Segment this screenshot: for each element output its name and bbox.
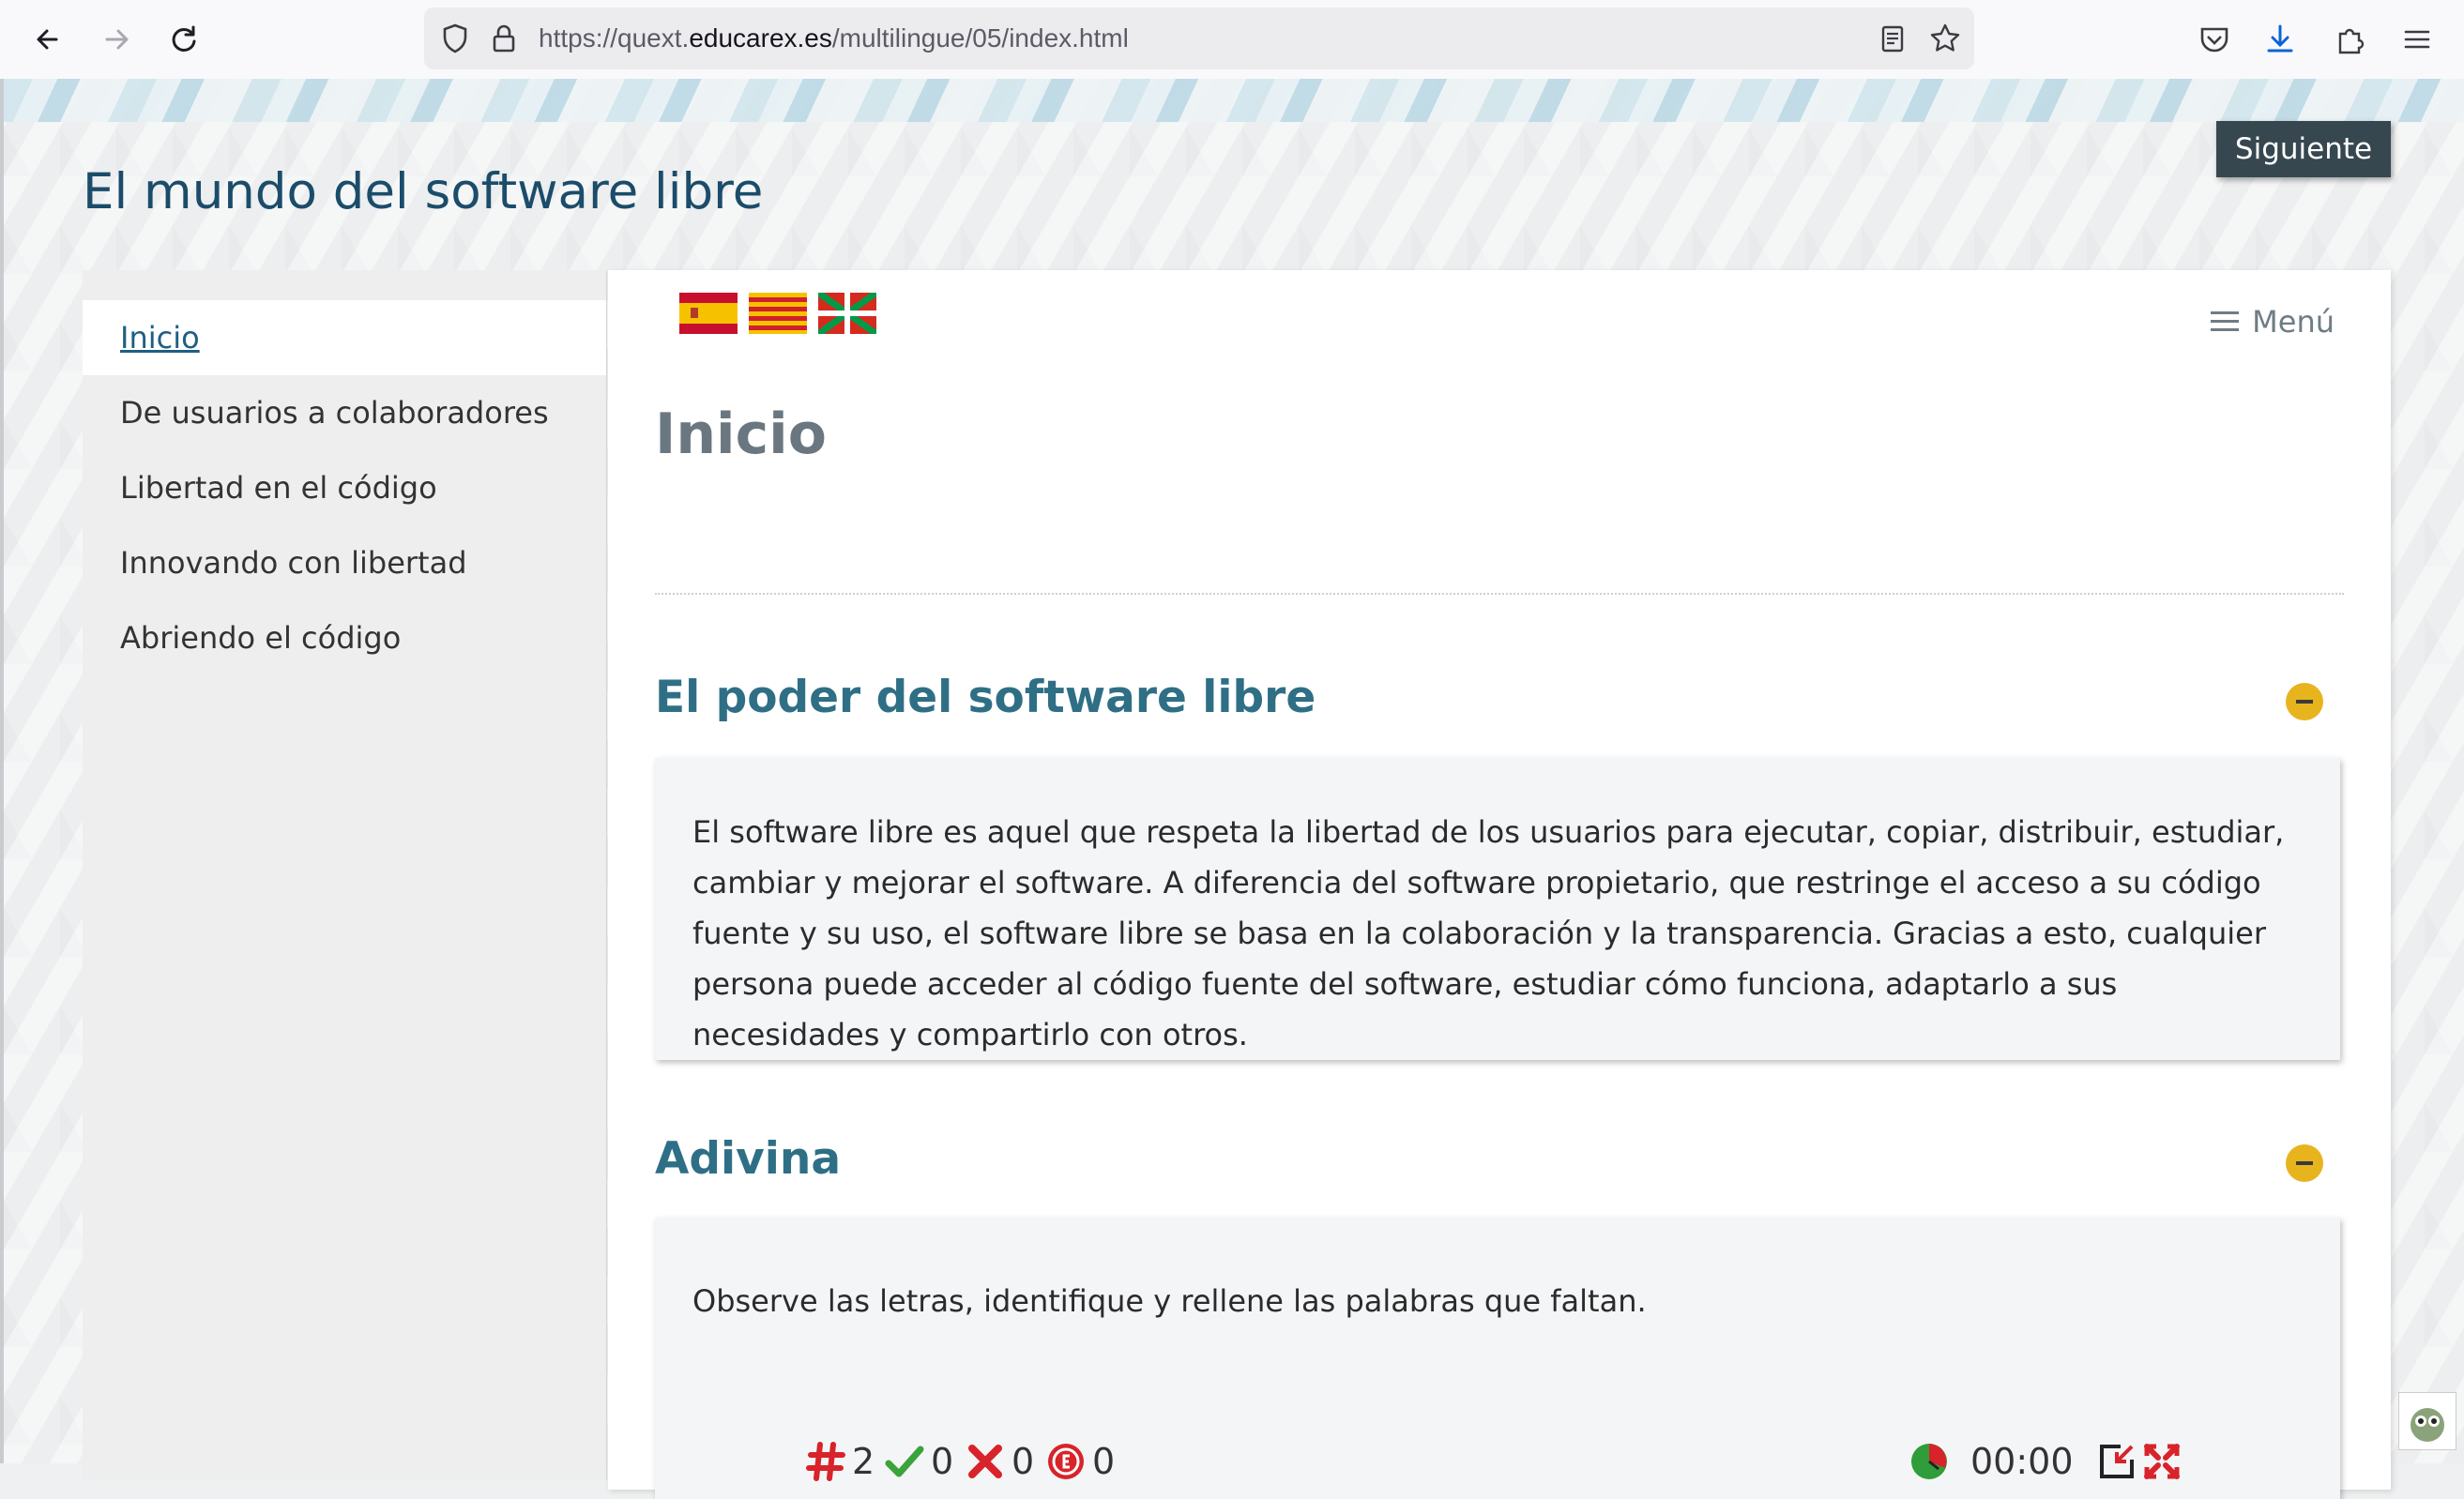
game-scoreboard: 2 0 0 0 00:00 xyxy=(655,1433,2340,1490)
sidebar: Inicio De usuarios a colaboradores Liber… xyxy=(83,270,607,1480)
browser-toolbar: https://quext.educarex.es/multilingue/05… xyxy=(0,0,2464,80)
pocket-icon[interactable] xyxy=(2196,21,2233,58)
section-box-poder: El software libre es aquel que respeta l… xyxy=(655,758,2340,1060)
menu-button[interactable]: Menú xyxy=(2211,304,2335,340)
spain-flag-icon[interactable] xyxy=(679,293,738,334)
shield-icon[interactable] xyxy=(437,21,473,56)
game-actions xyxy=(2096,1441,2188,1482)
section-text-adivina: Observe las letras, identifique y rellen… xyxy=(692,1283,1647,1319)
checkmark-icon xyxy=(885,1446,924,1477)
game-number-stat: 2 xyxy=(805,1441,875,1482)
sidebar-item-libertad-en-el-codigo[interactable]: Libertad en el código xyxy=(83,450,606,525)
reader-view-icon[interactable] xyxy=(1875,21,1910,56)
collapse-toggle-icon[interactable] xyxy=(2286,683,2323,720)
sidebar-item-innovando-con-libertad[interactable]: Innovando con libertad xyxy=(83,525,606,600)
url-text[interactable]: https://quext.educarex.es/multilingue/05… xyxy=(539,23,1129,53)
section-title-poder: El poder del software libre xyxy=(655,672,1316,723)
address-bar[interactable]: https://quext.educarex.es/multilingue/05… xyxy=(424,8,1974,69)
site-title: El mundo del software libre xyxy=(83,163,764,220)
reload-icon[interactable] xyxy=(163,19,205,60)
extensions-puzzle-icon[interactable] xyxy=(2331,21,2368,58)
menu-label: Menú xyxy=(2252,304,2335,340)
sidebar-item-inicio[interactable]: Inicio xyxy=(83,300,606,375)
fullscreen-icon[interactable] xyxy=(2141,1441,2183,1482)
forward-arrow-icon[interactable] xyxy=(96,19,137,60)
page-body: El mundo del software libre Siguiente In… xyxy=(0,79,2464,1499)
hash-icon xyxy=(806,1442,845,1481)
assistant-widget-icon[interactable] xyxy=(2398,1392,2456,1450)
game-errors-value: 0 xyxy=(1011,1441,1035,1482)
sidebar-item-de-usuarios-a-colaboradores[interactable]: De usuarios a colaboradores xyxy=(83,375,606,450)
sidebar-item-abriendo-el-codigo[interactable]: Abriendo el código xyxy=(83,600,606,675)
lock-icon[interactable] xyxy=(486,21,522,56)
download-icon[interactable] xyxy=(2261,21,2299,58)
coin-icon xyxy=(1048,1444,1084,1479)
game-hits-value: 0 xyxy=(931,1441,954,1482)
collapse-toggle-icon[interactable] xyxy=(2286,1144,2323,1182)
clock-pie-icon xyxy=(1911,1444,1947,1479)
section-box-adivina: Observe las letras, identifique y rellen… xyxy=(655,1218,2340,1499)
menu-bars-icon xyxy=(2211,311,2240,332)
page-title: Inicio xyxy=(655,401,827,467)
game-score-stat: 0 xyxy=(1045,1441,1115,1482)
game-hits-stat: 0 xyxy=(884,1441,953,1482)
exit-icon[interactable] xyxy=(2096,1441,2137,1482)
decorative-header-stripe xyxy=(4,79,2464,122)
game-errors-stat: 0 xyxy=(965,1441,1034,1482)
title-divider xyxy=(655,593,2344,595)
hamburger-menu-icon[interactable] xyxy=(2398,21,2436,58)
section-title-adivina: Adivina xyxy=(655,1133,842,1185)
main-content: Menú Inicio El poder del software libre … xyxy=(608,270,2391,1499)
basque-flag-icon[interactable] xyxy=(815,290,879,337)
catalonia-flag-icon[interactable] xyxy=(749,293,807,334)
game-time-value: 00:00 xyxy=(1970,1441,2074,1482)
cross-icon xyxy=(968,1445,1002,1478)
game-timer: 00:00 xyxy=(1909,1441,2074,1482)
back-arrow-icon[interactable] xyxy=(28,19,69,60)
next-button[interactable]: Siguiente xyxy=(2216,121,2391,177)
section-text-poder: El software libre es aquel que respeta l… xyxy=(692,814,2285,1052)
bookmark-star-icon[interactable] xyxy=(1927,21,1963,56)
game-number-value: 2 xyxy=(852,1441,875,1482)
game-score-value: 0 xyxy=(1092,1441,1116,1482)
